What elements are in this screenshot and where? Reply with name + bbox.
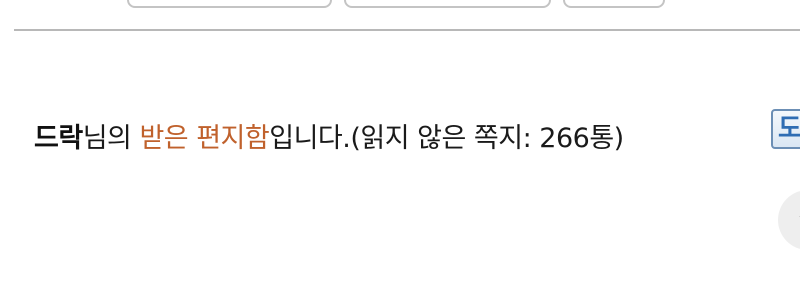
unread-label: (읽지 않은 쪽지:	[350, 123, 540, 154]
top-button-2[interactable]	[344, 0, 551, 8]
unread-unit: 통)	[589, 123, 624, 154]
text-after-box: 입니다.	[269, 123, 351, 154]
inbox-link[interactable]: 받은 편지함	[139, 123, 269, 154]
header-divider	[14, 29, 800, 31]
mailbox-status-line: 드락님의 받은 편지함입니다.(읽지 않은 쪽지: 266통)	[34, 119, 624, 159]
top-button-3[interactable]	[563, 0, 665, 8]
mailbox-page: 드락님의 받은 편지함입니다.(읽지 않은 쪽지: 266통) 도 ↑	[0, 0, 800, 283]
username: 드락	[34, 123, 83, 154]
unread-count: 266	[539, 123, 590, 154]
possessive-label: 님의	[82, 123, 140, 154]
inbox-icon[interactable]: 도	[771, 109, 800, 149]
inbox-icon-glyph: 도	[778, 114, 800, 144]
scroll-top-button[interactable]: ↑	[778, 190, 800, 250]
top-button-1[interactable]	[127, 0, 332, 8]
